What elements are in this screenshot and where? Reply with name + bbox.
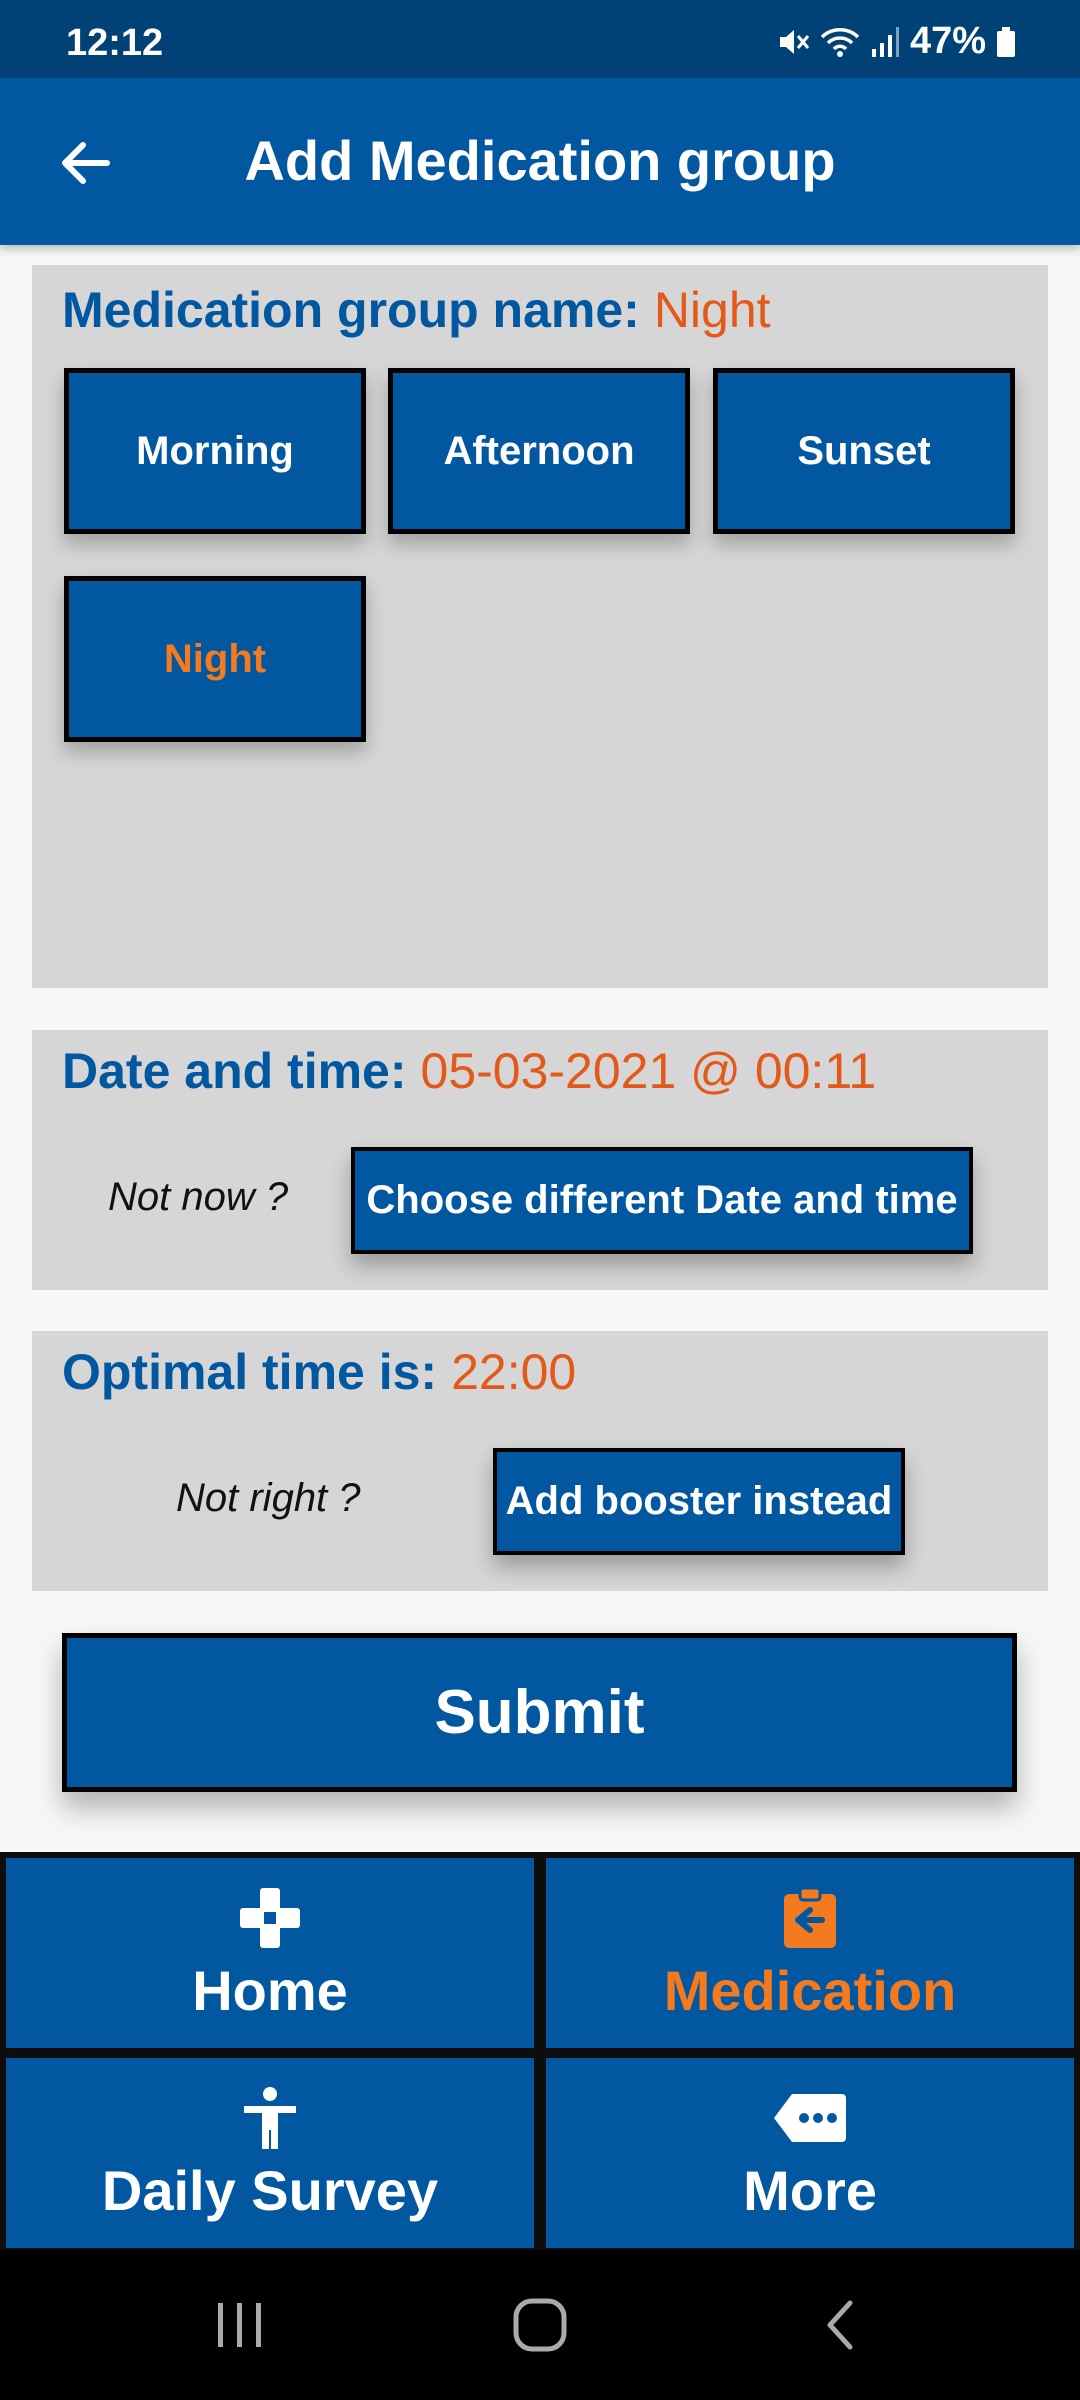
- not-now-hint: Not now ?: [108, 1175, 289, 1219]
- person-accessibility-icon: [244, 2087, 296, 2149]
- group-option-morning[interactable]: Morning: [64, 368, 366, 534]
- optimal-time-label: Optimal time is: 22:00: [62, 1343, 576, 1401]
- medical-cross-icon: [240, 1888, 300, 1948]
- app-bar: Add Medication group: [0, 78, 1080, 245]
- nav-more-label: More: [743, 2159, 877, 2222]
- nav-home[interactable]: Home: [6, 1858, 534, 2048]
- bottom-navigation: Home Medication Daily Survey More: [0, 1852, 1080, 2250]
- group-option-night[interactable]: Night: [64, 576, 366, 742]
- mute-icon: [779, 29, 810, 54]
- page-title: Add Medication group: [244, 129, 836, 192]
- optimal-time-label-text: Optimal time is:: [62, 1344, 438, 1400]
- clipboard-arrow-icon: [784, 1886, 836, 1948]
- more-tag-icon: [774, 2094, 846, 2142]
- date-time-value: 05-03-2021 @ 00:11: [420, 1043, 877, 1099]
- nav-more[interactable]: More: [546, 2058, 1074, 2248]
- back-system-button[interactable]: [790, 2295, 890, 2355]
- medication-group-label: Medication group name: Night: [62, 281, 771, 339]
- nav-daily-survey[interactable]: Daily Survey: [6, 2058, 534, 2248]
- group-option-sunset[interactable]: Sunset: [713, 368, 1015, 534]
- status-icons: 47%: [776, 20, 1016, 63]
- medication-group-panel: Medication group name: Night Morning Afte…: [32, 265, 1048, 988]
- date-time-label-text: Date and time:: [62, 1043, 407, 1099]
- status-bar: 12:12 47%: [0, 0, 1080, 78]
- signal-icon: [871, 26, 899, 57]
- chevron-left-icon: [827, 2300, 853, 2350]
- battery-icon: [997, 26, 1015, 57]
- nav-home-label: Home: [192, 1959, 348, 2022]
- system-navigation-bar: [0, 2250, 1080, 2400]
- optimal-time-value: 22:00: [451, 1344, 577, 1400]
- wifi-icon: [820, 27, 860, 57]
- nav-daily-survey-label: Daily Survey: [101, 2159, 439, 2222]
- date-time-panel: Date and time: 05-03-2021 @ 00:11 Not now…: [32, 1030, 1048, 1290]
- date-time-label: Date and time: 05-03-2021 @ 00:11: [62, 1042, 876, 1100]
- medication-group-value: Night: [653, 282, 771, 338]
- recent-apps-button[interactable]: [190, 2295, 290, 2355]
- recent-apps-icon: [218, 2303, 261, 2347]
- submit-button[interactable]: Submit: [62, 1633, 1017, 1792]
- nav-medication[interactable]: Medication: [546, 1858, 1074, 2048]
- status-time: 12:12: [66, 22, 164, 64]
- battery-percent: 47%: [909, 20, 986, 62]
- not-right-hint: Not right ?: [176, 1476, 361, 1520]
- home-circle-icon: [513, 2298, 567, 2352]
- group-option-afternoon[interactable]: Afternoon: [388, 368, 690, 534]
- optimal-time-panel: Optimal time is: 22:00 Not right ? Add bo…: [32, 1331, 1048, 1591]
- medication-group-label-text: Medication group name:: [62, 282, 640, 338]
- choose-date-time-button[interactable]: Choose different Date and time: [351, 1147, 973, 1254]
- nav-medication-label: Medication: [663, 1959, 957, 2022]
- home-system-button[interactable]: [490, 2295, 590, 2355]
- add-booster-button[interactable]: Add booster instead: [493, 1448, 905, 1555]
